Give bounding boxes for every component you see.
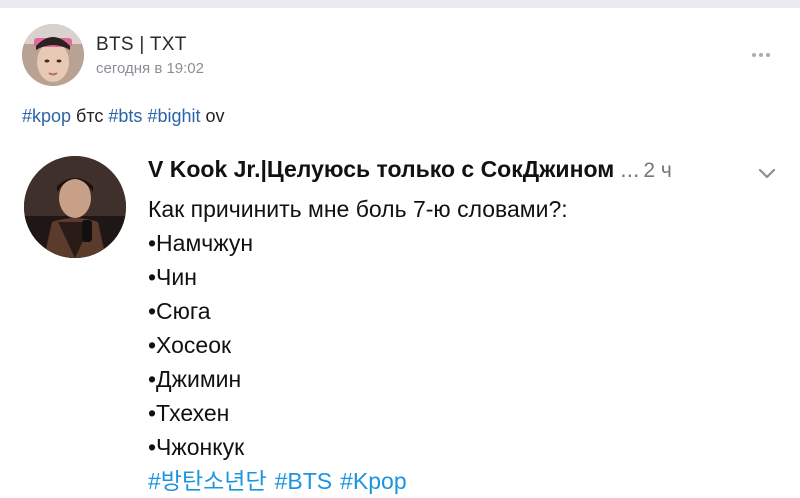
tweet-hashtag: #Kpop xyxy=(340,468,407,494)
tweet-list-item: •Чин xyxy=(148,264,197,290)
hashtag-kpop[interactable]: #kpop xyxy=(22,106,71,126)
tweet-header: V Kook Jr.|Целуюсь только с СокДжином...… xyxy=(148,156,748,183)
post-text: #kpop бтс #bts #bighit ov xyxy=(22,106,225,127)
post-timestamp[interactable]: сегодня в 19:02 xyxy=(96,60,204,77)
tweet-body: Как причинить мне боль 7-ю словами?: •На… xyxy=(148,192,568,498)
post-author-name[interactable]: BTS | TXT xyxy=(96,34,187,56)
tweet-list-item: •Намчжун xyxy=(148,230,254,256)
tweet-list-item: •Хосеок xyxy=(148,332,232,358)
chevron-down-icon xyxy=(756,162,778,184)
tweet-author-avatar xyxy=(24,156,126,258)
more-horizontal-icon[interactable] xyxy=(752,44,774,57)
embedded-tweet-image[interactable]: V Kook Jr.|Целуюсь только с СокДжином...… xyxy=(0,140,800,498)
tweet-ellipsis: ... xyxy=(620,156,640,182)
post-text-segment: ov xyxy=(200,106,225,126)
tweet-hashtags: #방탄소년단 #BTS #Kpop xyxy=(148,464,568,498)
hashtag-bts[interactable]: #bts xyxy=(108,106,142,126)
tweet-list-item: •Джимин xyxy=(148,366,242,392)
tweet-hashtag: #BTS xyxy=(274,468,333,494)
tweet-hashtag: #방탄소년단 xyxy=(148,468,267,494)
post-text-segment: бтс xyxy=(71,106,109,126)
tweet-list-item: •Тхехен xyxy=(148,400,230,426)
top-divider xyxy=(0,0,800,8)
tweet-list-item: •Чжонкук xyxy=(148,434,245,460)
tweet-author-name: V Kook Jr.|Целуюсь только с СокДжином xyxy=(148,156,615,182)
hashtag-bighit[interactable]: #bighit xyxy=(147,106,200,126)
tweet-question: Как причинить мне боль 7-ю словами?: xyxy=(148,196,568,222)
post-header: BTS | TXT сегодня в 19:02 xyxy=(22,24,782,88)
tweet-time: 2 ч xyxy=(643,159,672,182)
author-avatar[interactable] xyxy=(22,24,84,86)
tweet-list-item: •Сюга xyxy=(148,298,211,324)
